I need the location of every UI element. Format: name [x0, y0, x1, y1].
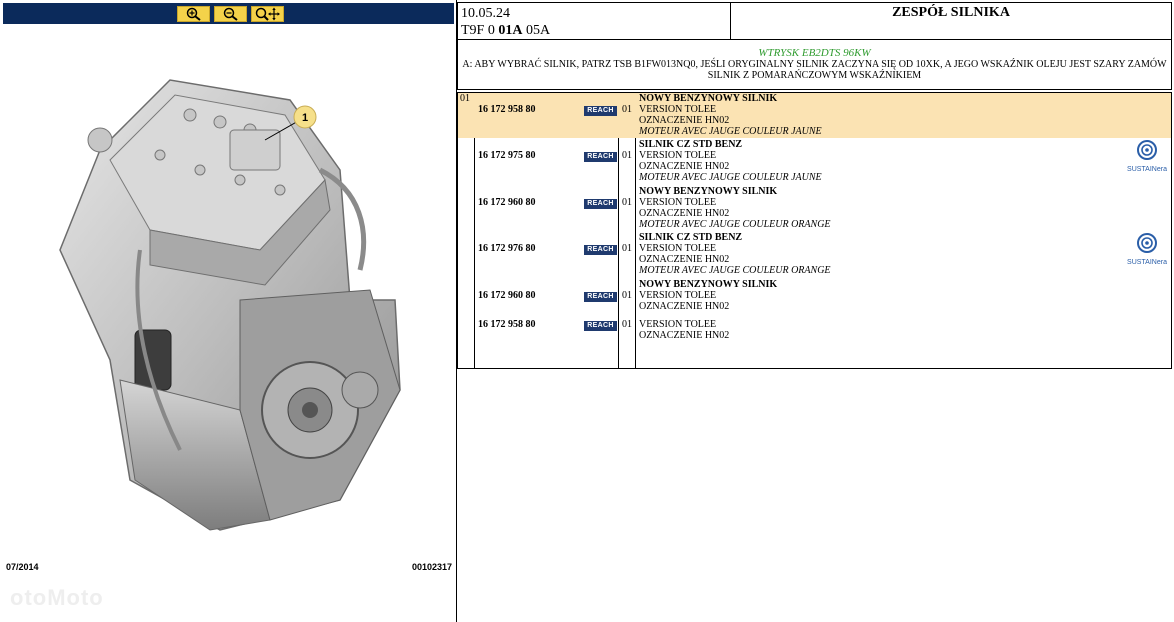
part-reference[interactable]: 16 172 975 80 [478, 150, 536, 161]
sustainera-label: SUSTAINera [1127, 259, 1167, 266]
illustration-panel: 1 07/2014 00102317 otoMoto [0, 0, 456, 622]
part-version: VERSION TOLEE [639, 150, 717, 161]
part-quantity: 01 [622, 197, 632, 208]
part-marking: OZNACZENIE HN02 [639, 208, 730, 219]
code-suffix: 05A [522, 23, 551, 38]
zoom-out-icon [223, 7, 238, 21]
reach-badge: REACH [584, 152, 617, 162]
zoom-pan-button[interactable] [251, 6, 284, 22]
part-marking: OZNACZENIE HN02 [639, 161, 730, 172]
part-marking: OZNACZENIE HN02 [639, 254, 730, 265]
reach-badge: REACH [584, 106, 617, 116]
part-description: NOWY BENZYNOWY SILNIK VERSION TOLEE OZNA… [639, 93, 822, 137]
part-version: VERSION TOLEE [639, 197, 717, 208]
part-quantity: 01 [622, 150, 632, 161]
part-marking: OZNACZENIE HN02 [639, 301, 730, 312]
part-description: SILNIK CZ STD BENZ VERSION TOLEE OZNACZE… [639, 139, 822, 183]
part-title: NOWY BENZYNOWY SILNIK [639, 93, 778, 104]
parts-table: 01 16 172 958 80 REACH 01 NOWY BENZYNOWY… [457, 92, 1172, 369]
application-note: WTRYSK EB2DTS 96KW A: ABY WYBRAĆ SILNIK,… [457, 40, 1172, 90]
catalog-date: 10.05.24 [461, 6, 510, 21]
part-description: SILNIK CZ STD BENZ VERSION TOLEE OZNACZE… [639, 232, 831, 276]
row-index: 01 [460, 93, 470, 104]
zoom-toolbar [3, 3, 454, 24]
zoom-out-button[interactable] [214, 6, 247, 22]
header-left: 10.05.24 T9F 0 01A 05A [458, 3, 731, 39]
reach-badge: REACH [584, 292, 617, 302]
part-version: VERSION TOLEE [639, 319, 717, 330]
reach-badge: REACH [584, 245, 617, 255]
engine-type: WTRYSK EB2DTS 96KW [758, 47, 871, 59]
reach-badge: REACH [584, 199, 617, 209]
callout-label: 1 [302, 112, 308, 124]
part-marking: OZNACZENIE HN02 [639, 115, 730, 126]
part-reference[interactable]: 16 172 976 80 [478, 243, 536, 254]
sustainera-logo: SUSTAINera [1127, 139, 1167, 177]
illustration-ref: 00102317 [411, 562, 452, 572]
part-quantity: 01 [622, 319, 632, 330]
catalog-code: T9F 0 01A 05A [461, 23, 550, 39]
table-row[interactable]: 16 172 976 80 REACH 01 SILNIK CZ STD BEN… [458, 232, 1171, 278]
code-bold: 01A [498, 23, 523, 38]
table-row[interactable]: 16 172 960 80 REACH 01 NOWY BENZYNOWY SI… [458, 186, 1171, 232]
catalog-header: 10.05.24 T9F 0 01A 05A ZESPÓŁ SILNIKA [457, 2, 1172, 40]
table-row[interactable]: 16 172 975 80 REACH 01 SILNIK CZ STD BEN… [458, 139, 1171, 185]
zoom-in-button[interactable] [177, 6, 210, 22]
part-quantity: 01 [622, 104, 632, 115]
part-note: MOTEUR AVEC JAUGE COULEUR ORANGE [639, 219, 831, 230]
part-note: MOTEUR AVEC JAUGE COULEUR JAUNE [639, 172, 822, 183]
part-reference[interactable]: 16 172 958 80 [478, 319, 536, 330]
part-reference[interactable]: 16 172 958 80 [478, 104, 536, 115]
part-title: SILNIK CZ STD BENZ [639, 139, 743, 150]
sustainera-logo: SUSTAINera [1127, 232, 1167, 270]
table-row[interactable]: 16 172 960 80 REACH 01 NOWY BENZYNOWY SI… [458, 279, 1171, 313]
part-quantity: 01 [622, 290, 632, 301]
engine-illustration: 1 [59, 79, 401, 531]
part-reference[interactable]: 16 172 960 80 [478, 290, 536, 301]
sustainera-icon [1137, 233, 1157, 253]
page-title: ZESPÓŁ SILNIKA [892, 5, 1010, 20]
part-version: VERSION TOLEE [639, 243, 717, 254]
part-version: VERSION TOLEE [639, 104, 717, 115]
table-row[interactable]: 01 16 172 958 80 REACH 01 NOWY BENZYNOWY… [458, 93, 1171, 138]
illustration-date: 07/2014 [6, 562, 39, 572]
part-description: NOWY BENZYNOWY SILNIK VERSION TOLEE OZNA… [639, 186, 831, 230]
part-description: VERSION TOLEE OZNACZENIE HN02 [639, 319, 729, 341]
sustainera-label: SUSTAINera [1127, 166, 1167, 173]
note-text: A: ABY WYBRAĆ SILNIK, PATRZ TSB B1FW013N… [462, 59, 1167, 81]
zoom-pan-icon [255, 7, 280, 21]
part-note: MOTEUR AVEC JAUGE COULEUR JAUNE [639, 126, 822, 137]
part-quantity: 01 [622, 243, 632, 254]
part-note: MOTEUR AVEC JAUGE COULEUR ORANGE [639, 265, 831, 276]
part-description: NOWY BENZYNOWY SILNIK VERSION TOLEE OZNA… [639, 279, 777, 312]
part-title: NOWY BENZYNOWY SILNIK [639, 186, 778, 197]
part-version: VERSION TOLEE [639, 290, 717, 301]
sustainera-icon [1137, 140, 1157, 160]
part-marking: OZNACZENIE HN02 [639, 330, 730, 341]
part-title: SILNIK CZ STD BENZ [639, 232, 743, 243]
part-reference[interactable]: 16 172 960 80 [478, 197, 536, 208]
watermark: otoMoto [10, 585, 104, 610]
code-prefix: T9F 0 [461, 23, 499, 38]
table-row[interactable]: 16 172 958 80 REACH 01 VERSION TOLEE OZN… [458, 314, 1171, 344]
zoom-in-icon [186, 7, 201, 21]
reach-badge: REACH [584, 321, 617, 331]
part-title: NOWY BENZYNOWY SILNIK [639, 279, 778, 290]
